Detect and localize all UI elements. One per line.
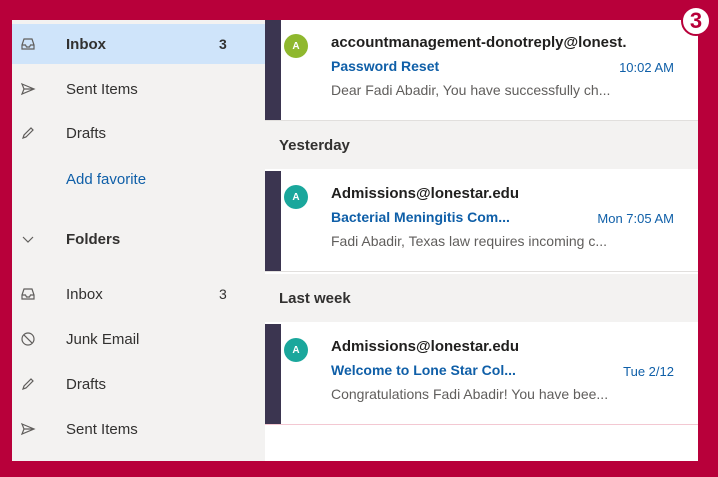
unread-indicator — [265, 171, 281, 271]
step-number-badge: 3 — [681, 6, 711, 36]
avatar: A — [284, 34, 308, 58]
group-header-label: Last week — [279, 289, 351, 307]
avatar: A — [284, 185, 308, 209]
sidebar-item-drafts-favorite[interactable]: Drafts — [12, 113, 265, 153]
sidebar-item-inbox[interactable]: Inbox 3 — [12, 274, 265, 314]
unread-indicator — [265, 20, 281, 120]
sidebar-item-label: Drafts — [66, 124, 107, 142]
chevron-down-icon — [20, 231, 36, 247]
group-header-label: Yesterday — [279, 136, 350, 154]
sidebar-item-drafts[interactable]: Drafts — [12, 364, 265, 404]
message-subject: Password Reset — [331, 58, 440, 74]
sidebar-item-sent-items-favorite[interactable]: Sent Items — [12, 69, 265, 109]
sidebar-item-label: Inbox — [66, 35, 106, 53]
folders-section-header[interactable]: Folders — [12, 219, 265, 259]
sidebar-item-sent-items[interactable]: Sent Items — [12, 409, 265, 449]
message-time: Mon 7:05 AM — [597, 211, 674, 226]
message-time: Tue 2/12 — [623, 364, 674, 379]
message-row[interactable]: A Admissions@lonestar.edu Welcome to Lon… — [265, 324, 698, 425]
mail-window: Inbox 3 Sent Items Drafts Add favorite F… — [12, 20, 698, 461]
unread-count: 3 — [219, 286, 227, 302]
add-favorite-label: Add favorite — [66, 170, 147, 188]
folders-header-label: Folders — [66, 230, 121, 248]
unread-indicator — [265, 324, 281, 424]
message-sender: Admissions@lonestar.edu — [331, 338, 520, 355]
message-preview: Fadi Abadir, Texas law requires incoming… — [331, 233, 607, 249]
sidebar-item-label: Inbox — [66, 285, 103, 303]
block-icon — [20, 331, 36, 347]
message-sender: accountmanagement-donotreply@lonest. — [331, 34, 627, 51]
send-icon — [20, 81, 36, 97]
inbox-icon — [20, 286, 36, 302]
inbox-icon — [20, 36, 36, 52]
message-time: 10:02 AM — [619, 60, 674, 75]
unread-count: 3 — [219, 36, 227, 52]
message-subject: Bacterial Meningitis Com... — [331, 209, 510, 225]
message-preview: Dear Fadi Abadir, You have successfully … — [331, 82, 611, 98]
sidebar-item-label: Drafts — [66, 375, 107, 393]
group-header-last-week: Last week — [265, 274, 698, 322]
pencil-icon — [20, 376, 36, 392]
message-subject: Welcome to Lone Star Col... — [331, 362, 516, 378]
sidebar-item-label: Sent Items — [66, 80, 138, 98]
add-favorite-link[interactable]: Add favorite — [12, 159, 265, 199]
group-header-yesterday: Yesterday — [265, 121, 698, 169]
folder-pane: Inbox 3 Sent Items Drafts Add favorite F… — [12, 20, 265, 461]
pencil-icon — [20, 125, 36, 141]
sidebar-item-inbox-favorite[interactable]: Inbox 3 — [12, 24, 265, 64]
message-row[interactable]: A Admissions@lonestar.edu Bacterial Meni… — [265, 171, 698, 272]
message-preview: Congratulations Fadi Abadir! You have be… — [331, 386, 609, 402]
sidebar-item-label: Junk Email — [66, 330, 140, 348]
sidebar-item-junk-email[interactable]: Junk Email — [12, 319, 265, 359]
message-list: A accountmanagement-donotreply@lonest. P… — [265, 20, 698, 461]
send-icon — [20, 421, 36, 437]
avatar: A — [284, 338, 308, 362]
sidebar-item-label: Sent Items — [66, 420, 138, 438]
message-sender: Admissions@lonestar.edu — [331, 185, 520, 202]
message-row[interactable]: A accountmanagement-donotreply@lonest. P… — [265, 20, 698, 121]
